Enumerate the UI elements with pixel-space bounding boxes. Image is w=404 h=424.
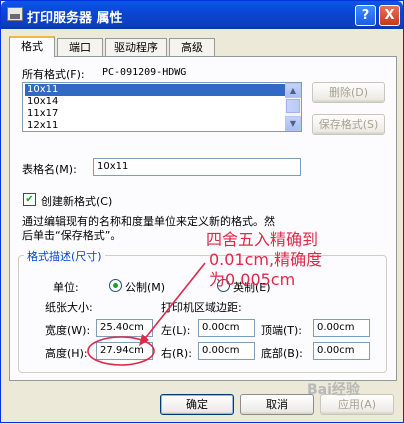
annotation-overlay (87, 262, 206, 366)
annotation-line-2: 0.01cm,精确度 (209, 250, 323, 269)
tab-forms[interactable]: 格式 (9, 36, 55, 57)
ok-button[interactable]: 确定 (160, 394, 234, 415)
properties-dialog: 打印服务器 属性 ? X 格式 端口 驱动程序 高级 所有格式(F): PC-0… (0, 0, 404, 423)
annotation-line-3: 为0.005cm (209, 270, 296, 289)
annotation-line-1: 四舍五入精确到 (206, 230, 319, 249)
cancel-button[interactable]: 取消 (240, 394, 314, 415)
watermark: Bai经验 (307, 382, 360, 398)
annotation-arrow (142, 262, 206, 342)
